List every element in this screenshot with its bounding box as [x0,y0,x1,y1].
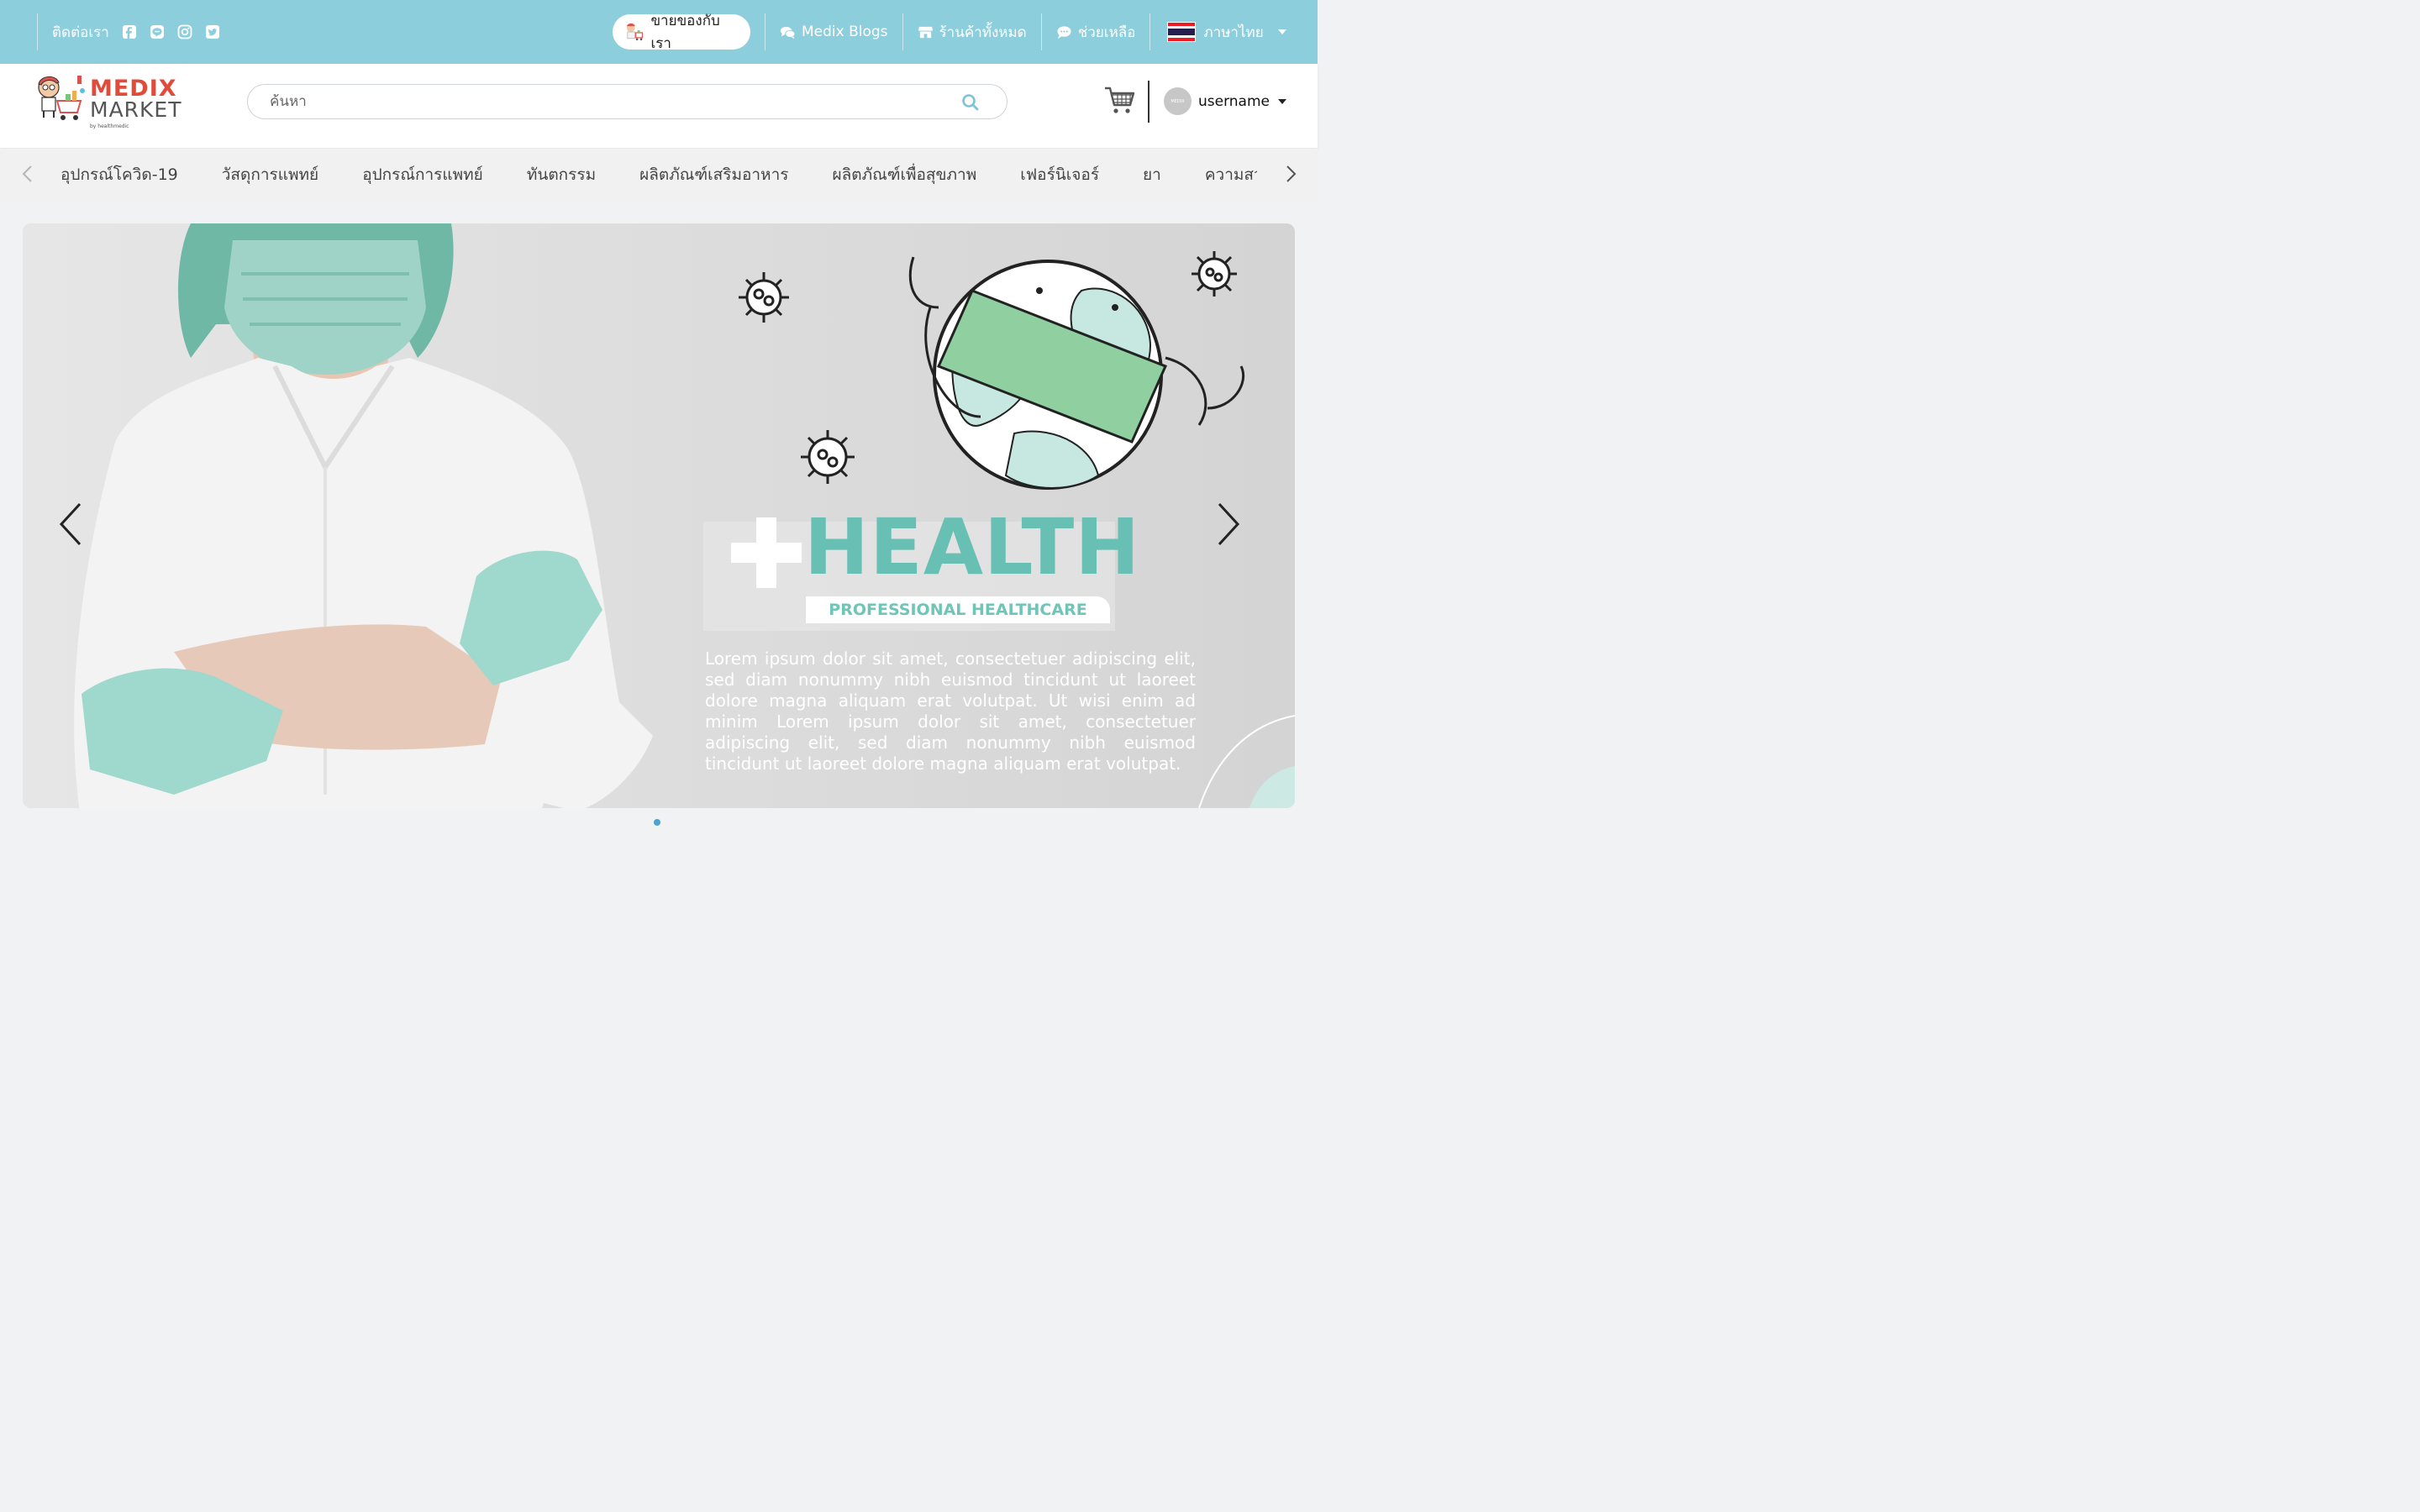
logo-tagline: by healthmedic [90,123,129,129]
top-bar: ติดต่อเรา ขายของกับเรา Medix Blogs ร้านค… [0,0,1318,64]
avatar-text: MEDIX [1171,98,1185,104]
twitter-icon[interactable] [205,24,220,39]
user-menu[interactable]: MEDIX username [1164,87,1286,115]
category-item-covid[interactable]: อุปกรณ์โควิด-19 [39,162,200,187]
main-header: MEDIX MARKET by healthmedic MEDIX userna… [0,64,1318,148]
banner-prev-arrow-icon[interactable] [56,501,85,548]
language-selector[interactable]: ภาษาไทย [1150,21,1300,44]
category-item-medical-equipment[interactable]: อุปกรณ์การแพทย์ [340,162,505,187]
site-logo[interactable]: MEDIX MARKET by healthmedic [32,72,182,129]
hero-banner[interactable]: HEALTH PROFESSIONAL HEALTHCARE Lorem ips… [23,223,1295,808]
divider [1148,81,1150,123]
username-label: username [1198,92,1270,110]
facebook-icon[interactable] [122,24,137,39]
medix-blogs-label: Medix Blogs [802,24,888,40]
thai-flag-icon [1167,22,1197,42]
language-label: ภาษาไทย [1203,24,1264,41]
search-icon[interactable] [961,93,980,112]
help-link[interactable]: ช่วยเหลือ [1042,21,1150,44]
store-icon [918,26,933,38]
category-item-medicine[interactable]: ยา [1121,162,1183,187]
avatar: MEDIX [1164,87,1192,115]
category-list: อุปกรณ์โควิด-19 วัสดุการแพทย์ อุปกรณ์การ… [39,149,1257,201]
mascot-logo-icon [38,76,85,120]
category-nav: อุปกรณ์โควิด-19 วัสดุการแพทย์ อุปกรณ์การ… [0,149,1318,201]
banner-title: HEALTH [804,502,1141,592]
category-item-supplements[interactable]: ผลิตภัณฑ์เสริมอาหาร [618,162,810,187]
search-bar [247,84,1007,119]
mascot-icon [626,23,644,41]
top-right-links: ขายของกับเรา Medix Blogs ร้านค้าทั้งหมด … [613,0,1301,64]
category-item-health-products[interactable]: ผลิตภัณฑ์เพื่อสุขภาพ [810,162,998,187]
chevron-down-icon [1277,29,1286,34]
chat-bubbles-icon [780,26,796,39]
contact-label[interactable]: ติดต่อเรา [52,21,109,44]
divider [37,13,38,50]
category-next-arrow-icon[interactable] [1282,164,1299,184]
sell-with-us-label: ขายของกับเรา [650,13,720,52]
medix-blogs-link[interactable]: Medix Blogs [765,24,902,40]
all-stores-link[interactable]: ร้านค้าทั้งหมด [903,21,1041,44]
banner-next-arrow-icon[interactable] [1214,501,1243,548]
search-input[interactable] [270,92,959,112]
category-item-medical-supplies[interactable]: วัสดุการแพทย์ [200,162,340,187]
sell-with-us-button[interactable]: ขายของกับเรา [613,13,750,52]
banner-subtitle: PROFESSIONAL HEALTHCARE [806,596,1110,623]
category-item-furniture[interactable]: เฟอร์นิเจอร์ [998,162,1121,187]
all-stores-label: ร้านค้าทั้งหมด [939,24,1027,41]
contact-group: ติดต่อเรา [52,21,220,44]
logo-text-market: MARKET [90,97,182,122]
instagram-icon[interactable] [177,24,192,39]
help-label: ช่วยเหลือ [1077,24,1136,41]
category-item-beauty[interactable]: ความสวย [1183,162,1257,187]
category-item-dental[interactable]: ทันตกรรม [505,162,618,187]
banner-body-text: Lorem ipsum dolor sit amet, consectetuer… [705,648,1196,774]
help-chat-icon [1057,25,1071,39]
carousel-indicator[interactable] [654,819,660,826]
category-prev-arrow-icon[interactable] [19,164,36,184]
chevron-down-icon [1278,98,1286,104]
cart-icon[interactable] [1103,85,1135,115]
line-icon[interactable] [150,24,165,39]
